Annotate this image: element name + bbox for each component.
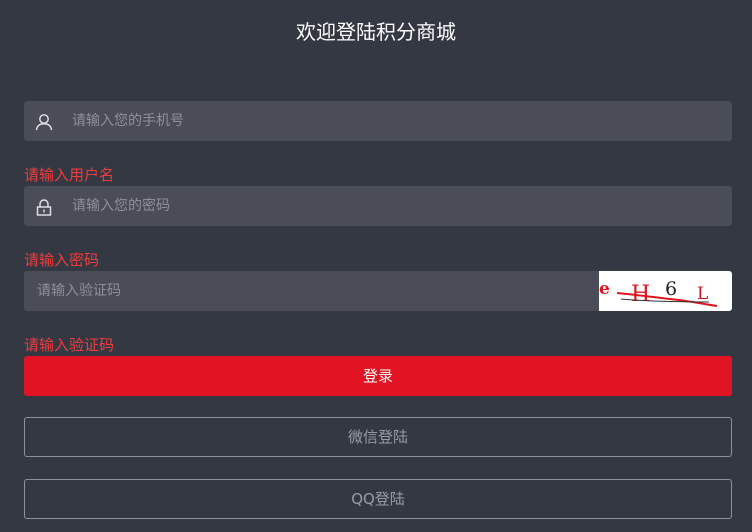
qq-login-button[interactable]: QQ登陆 [24, 479, 732, 519]
captcha-field[interactable]: e H 6 L [24, 271, 732, 311]
captcha-error: 请输入验证码 [24, 336, 115, 354]
password-field[interactable] [24, 186, 732, 226]
captcha-input[interactable] [35, 271, 599, 311]
page-title: 欢迎登陆积分商城 [296, 20, 456, 44]
user-icon [34, 113, 54, 131]
lock-icon [34, 198, 54, 216]
login-button[interactable]: 登录 [24, 356, 732, 396]
phone-field[interactable] [24, 101, 732, 141]
phone-error: 请输入用户名 [24, 166, 115, 184]
captcha-image[interactable]: e H 6 L [599, 271, 732, 311]
svg-text:e: e [599, 279, 610, 299]
svg-text:L: L [697, 284, 708, 304]
wechat-login-button[interactable]: 微信登陆 [24, 417, 732, 457]
phone-input[interactable] [70, 101, 714, 141]
password-error: 请输入密码 [24, 251, 100, 269]
password-input[interactable] [70, 186, 714, 226]
svg-text:6: 6 [665, 278, 677, 300]
